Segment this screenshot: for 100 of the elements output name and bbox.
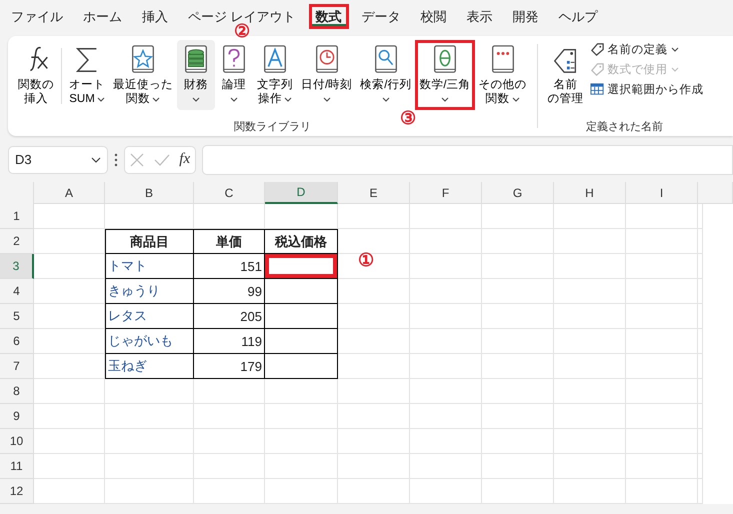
table-cell[interactable] [265, 329, 338, 354]
row-header[interactable]: 5 [0, 304, 34, 329]
column-header[interactable]: B [105, 182, 194, 204]
empty-cell[interactable] [698, 454, 703, 479]
name-box[interactable]: D3 [8, 146, 108, 174]
empty-cell[interactable] [698, 479, 703, 504]
row-header[interactable]: 3 [0, 254, 34, 279]
ribbon-button[interactable]: 日付/時刻 [297, 40, 356, 110]
empty-cell[interactable] [338, 354, 410, 379]
empty-cell[interactable] [410, 329, 482, 354]
row-header[interactable]: 1 [0, 204, 34, 229]
empty-cell[interactable] [554, 354, 626, 379]
empty-cell[interactable] [626, 429, 698, 454]
column-header[interactable]: H [554, 182, 626, 204]
row-header[interactable]: 10 [0, 429, 34, 454]
empty-cell[interactable] [626, 329, 698, 354]
empty-cell[interactable] [338, 254, 410, 279]
row-header[interactable]: 4 [0, 279, 34, 304]
column-header[interactable]: C [194, 182, 265, 204]
table-cell[interactable]: きゅうり [105, 279, 194, 304]
row-header[interactable]: 8 [0, 379, 34, 404]
table-cell[interactable]: 99 [194, 279, 265, 304]
empty-cell[interactable] [554, 229, 626, 254]
row-header[interactable]: 11 [0, 454, 34, 479]
table-cell[interactable]: 205 [194, 304, 265, 329]
row-header[interactable]: 6 [0, 329, 34, 354]
empty-cell[interactable] [105, 379, 194, 404]
empty-cell[interactable] [626, 254, 698, 279]
column-header[interactable]: A [34, 182, 105, 204]
empty-cell[interactable] [554, 279, 626, 304]
ribbon-button[interactable]: 文字列 操作 [253, 40, 297, 110]
column-header[interactable]: I [626, 182, 698, 204]
ribbon-button[interactable]: 選択範囲から作成 [588, 80, 706, 99]
empty-cell[interactable] [554, 479, 626, 504]
row-header[interactable]: 7 [0, 354, 34, 379]
empty-cell[interactable] [482, 454, 554, 479]
table-cell[interactable]: レタス [105, 304, 194, 329]
empty-cell[interactable] [338, 204, 410, 229]
table-cell[interactable] [265, 354, 338, 379]
empty-cell[interactable] [554, 304, 626, 329]
empty-cell[interactable] [338, 279, 410, 304]
ribbon-tab[interactable]: 表示 [460, 4, 500, 29]
empty-cell[interactable] [265, 379, 338, 404]
header-cell[interactable]: 税込価格 [265, 229, 338, 254]
row-header[interactable]: 12 [0, 479, 34, 504]
column-header[interactable]: E [338, 182, 410, 204]
ribbon-button[interactable]: オート SUM [65, 40, 109, 110]
ribbon-button[interactable]: 数学/三角 [415, 40, 475, 110]
ribbon-tab[interactable]: ヘルプ [552, 4, 605, 29]
empty-cell[interactable] [626, 204, 698, 229]
empty-cell[interactable] [554, 379, 626, 404]
empty-cell[interactable] [482, 279, 554, 304]
empty-cell[interactable] [410, 229, 482, 254]
ribbon-button[interactable]: 論理 [215, 40, 253, 110]
empty-cell[interactable] [338, 229, 410, 254]
empty-cell[interactable] [410, 454, 482, 479]
empty-cell[interactable] [482, 479, 554, 504]
empty-cell[interactable] [554, 204, 626, 229]
empty-cell[interactable] [482, 304, 554, 329]
ribbon-button[interactable]: 検索/行列 [356, 40, 416, 110]
ribbon-button[interactable]: 名前 の管理 [544, 40, 588, 110]
empty-cell[interactable] [698, 379, 703, 404]
empty-cell[interactable] [338, 329, 410, 354]
empty-cell[interactable] [265, 479, 338, 504]
empty-cell[interactable] [105, 429, 194, 454]
empty-cell[interactable] [105, 204, 194, 229]
empty-cell[interactable] [105, 404, 194, 429]
empty-cell[interactable] [338, 429, 410, 454]
empty-cell[interactable] [554, 429, 626, 454]
ribbon-tab[interactable]: ホーム [76, 4, 129, 29]
ribbon-button[interactable]: 財務 [177, 40, 215, 110]
empty-cell[interactable] [194, 429, 265, 454]
empty-cell[interactable] [554, 254, 626, 279]
empty-cell[interactable] [338, 454, 410, 479]
empty-cell[interactable] [482, 379, 554, 404]
ribbon-tab[interactable]: 数式 [308, 4, 349, 29]
ribbon-tab[interactable]: ファイル [4, 4, 70, 29]
empty-cell[interactable] [698, 404, 703, 429]
empty-cell[interactable] [410, 304, 482, 329]
empty-cell[interactable] [265, 404, 338, 429]
ribbon-tab[interactable]: 挿入 [135, 4, 175, 29]
empty-cell[interactable] [265, 429, 338, 454]
column-header[interactable]: G [482, 182, 554, 204]
empty-cell[interactable] [338, 379, 410, 404]
empty-cell[interactable] [410, 404, 482, 429]
empty-cell[interactable] [338, 479, 410, 504]
column-header[interactable]: F [410, 182, 482, 204]
cancel-icon[interactable] [130, 152, 144, 166]
empty-cell[interactable] [338, 304, 410, 329]
empty-cell[interactable] [482, 254, 554, 279]
empty-cell[interactable] [410, 379, 482, 404]
empty-cell[interactable] [698, 229, 703, 254]
empty-cell[interactable] [482, 429, 554, 454]
table-cell[interactable]: じゃがいも [105, 329, 194, 354]
check-icon[interactable] [154, 152, 170, 166]
empty-cell[interactable] [410, 279, 482, 304]
header-cell[interactable]: 商品目 [105, 229, 194, 254]
ribbon-tab[interactable]: 開発 [506, 4, 546, 29]
ribbon-button[interactable]: その他の 関数 [474, 40, 531, 110]
column-header[interactable]: D [265, 182, 338, 204]
